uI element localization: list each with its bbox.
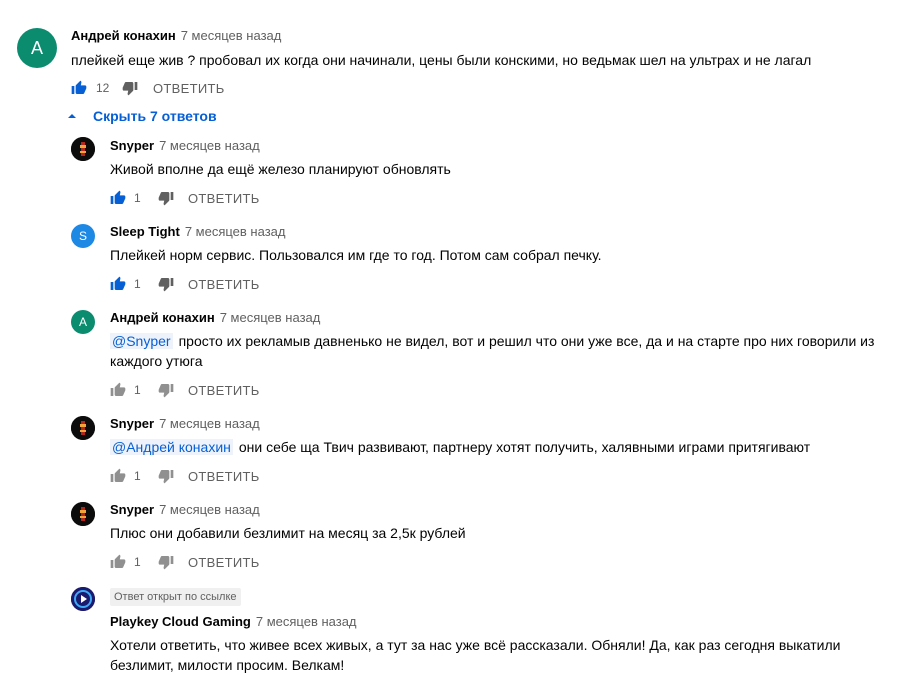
like-count: 1 bbox=[134, 383, 141, 397]
dislike-icon[interactable] bbox=[158, 554, 174, 570]
comment-text: Хотели ответить, что живее всех живых, а… bbox=[110, 635, 910, 675]
avatar[interactable]: А bbox=[71, 310, 95, 334]
like-icon[interactable] bbox=[110, 468, 126, 484]
comment-actions: 1 ОТВЕТИТЬ bbox=[110, 274, 260, 294]
comment-author[interactable]: Sleep Tight 7 месяцев назад bbox=[110, 224, 285, 239]
reply-button[interactable]: ОТВЕТИТЬ bbox=[188, 277, 260, 292]
like-count: 1 bbox=[134, 277, 141, 291]
author-name[interactable]: Snyper bbox=[110, 502, 154, 517]
snyper-avatar-icon bbox=[71, 502, 95, 526]
comment-text: @Snyper просто их рекламыв давненько не в… bbox=[110, 331, 910, 371]
avatar-letter: А bbox=[78, 315, 87, 329]
hide-replies-label: Скрыть 7 ответов bbox=[93, 108, 217, 124]
comment-author[interactable]: Snyper 7 месяцев назад bbox=[110, 416, 260, 431]
avatar-letter: S bbox=[78, 229, 87, 243]
dislike-icon[interactable] bbox=[158, 276, 174, 292]
author-name[interactable]: Андрей конахин bbox=[110, 310, 215, 325]
avatar[interactable]: S bbox=[71, 224, 95, 248]
avatar[interactable] bbox=[71, 137, 95, 161]
comment-text: Плейкей норм сервис. Пользовался им где … bbox=[110, 247, 602, 263]
author-name[interactable]: Sleep Tight bbox=[110, 224, 180, 239]
comment-time[interactable]: 7 месяцев назад bbox=[159, 502, 260, 517]
mention-link[interactable]: @Snyper bbox=[110, 333, 173, 349]
comment-text: Плюс они добавили безлимит на месяц за 2… bbox=[110, 525, 466, 541]
like-count: 1 bbox=[134, 555, 141, 569]
dislike-icon[interactable] bbox=[122, 80, 138, 96]
reply-button[interactable]: ОТВЕТИТЬ bbox=[188, 555, 260, 570]
comment-text-body: они себе ща Твич развивают, партнеру хот… bbox=[238, 439, 811, 455]
snyper-avatar-icon bbox=[71, 416, 95, 440]
author-name[interactable]: Snyper bbox=[110, 416, 154, 431]
comment-actions: 1 ОТВЕТИТЬ bbox=[110, 552, 260, 572]
mention-link[interactable]: @Андрей конахин bbox=[110, 439, 233, 455]
comment-time[interactable]: 7 месяцев назад bbox=[181, 28, 282, 43]
like-icon[interactable] bbox=[110, 382, 126, 398]
reply-button[interactable]: ОТВЕТИТЬ bbox=[153, 81, 225, 96]
avatar[interactable]: А bbox=[17, 28, 57, 68]
comment-actions: 1 ОТВЕТИТЬ bbox=[110, 188, 260, 208]
comment-author[interactable]: Snyper 7 месяцев назад bbox=[110, 138, 260, 153]
snyper-avatar-icon bbox=[71, 137, 95, 161]
comment-text: @Андрей конахин они себе ща Твич развиваю… bbox=[110, 437, 810, 457]
comment-author[interactable]: Андрей конахин 7 месяцев назад bbox=[110, 310, 320, 325]
comment-author[interactable]: Snyper 7 месяцев назад bbox=[110, 502, 260, 517]
comment-actions: 1 ОТВЕТИТЬ bbox=[110, 380, 260, 400]
comment-text: Живой вполне да ещё железо планируют обн… bbox=[110, 161, 451, 177]
like-icon[interactable] bbox=[110, 554, 126, 570]
reply-button[interactable]: ОТВЕТИТЬ bbox=[188, 191, 260, 206]
comment-time[interactable]: 7 месяцев назад bbox=[220, 310, 321, 325]
linked-comment-badge: Ответ открыт по ссылке bbox=[110, 588, 241, 606]
avatar-letter: А bbox=[30, 37, 43, 58]
author-name[interactable]: Snyper bbox=[110, 138, 154, 153]
comment-text-line1: Хотели ответить, что живее всех живых, а… bbox=[110, 637, 841, 653]
reply-button[interactable]: ОТВЕТИТЬ bbox=[188, 383, 260, 398]
dislike-icon[interactable] bbox=[158, 190, 174, 206]
comment-time[interactable]: 7 месяцев назад bbox=[185, 224, 286, 239]
like-icon[interactable] bbox=[71, 80, 87, 96]
dislike-icon[interactable] bbox=[158, 468, 174, 484]
author-name[interactable]: Playkey Cloud Gaming bbox=[110, 614, 251, 629]
like-count: 12 bbox=[96, 81, 110, 95]
hide-replies-button[interactable]: Скрыть 7 ответов bbox=[67, 108, 217, 124]
comment-time[interactable]: 7 месяцев назад bbox=[256, 614, 357, 629]
playkey-logo-icon bbox=[71, 587, 95, 611]
avatar[interactable] bbox=[71, 587, 95, 611]
comment-text: плейкей еще жив ? пробовал их когда они … bbox=[71, 52, 812, 68]
comment-text-line2: безлимит, милости просим. Велкам! bbox=[110, 657, 345, 673]
avatar[interactable] bbox=[71, 502, 95, 526]
like-icon[interactable] bbox=[110, 276, 126, 292]
comment-author[interactable]: Андрей конахин 7 месяцев назад bbox=[71, 28, 281, 43]
comment-actions: 1 ОТВЕТИТЬ bbox=[110, 466, 260, 486]
author-name[interactable]: Андрей конахин bbox=[71, 28, 176, 43]
caret-up-icon bbox=[68, 114, 76, 118]
avatar[interactable] bbox=[71, 416, 95, 440]
comment-author[interactable]: Playkey Cloud Gaming 7 месяцев назад bbox=[110, 614, 357, 629]
dislike-icon[interactable] bbox=[158, 382, 174, 398]
comment-time[interactable]: 7 месяцев назад bbox=[159, 416, 260, 431]
reply-button[interactable]: ОТВЕТИТЬ bbox=[188, 469, 260, 484]
like-count: 1 bbox=[134, 191, 141, 205]
comment-time[interactable]: 7 месяцев назад bbox=[159, 138, 260, 153]
like-count: 1 bbox=[134, 469, 141, 483]
comment-text-line1: просто их рекламыв давненько не видел, в… bbox=[178, 333, 875, 349]
comment-actions: 12 ОТВЕТИТЬ bbox=[71, 78, 225, 98]
comment-text-line2: каждого утюга bbox=[110, 353, 203, 369]
like-icon[interactable] bbox=[110, 190, 126, 206]
